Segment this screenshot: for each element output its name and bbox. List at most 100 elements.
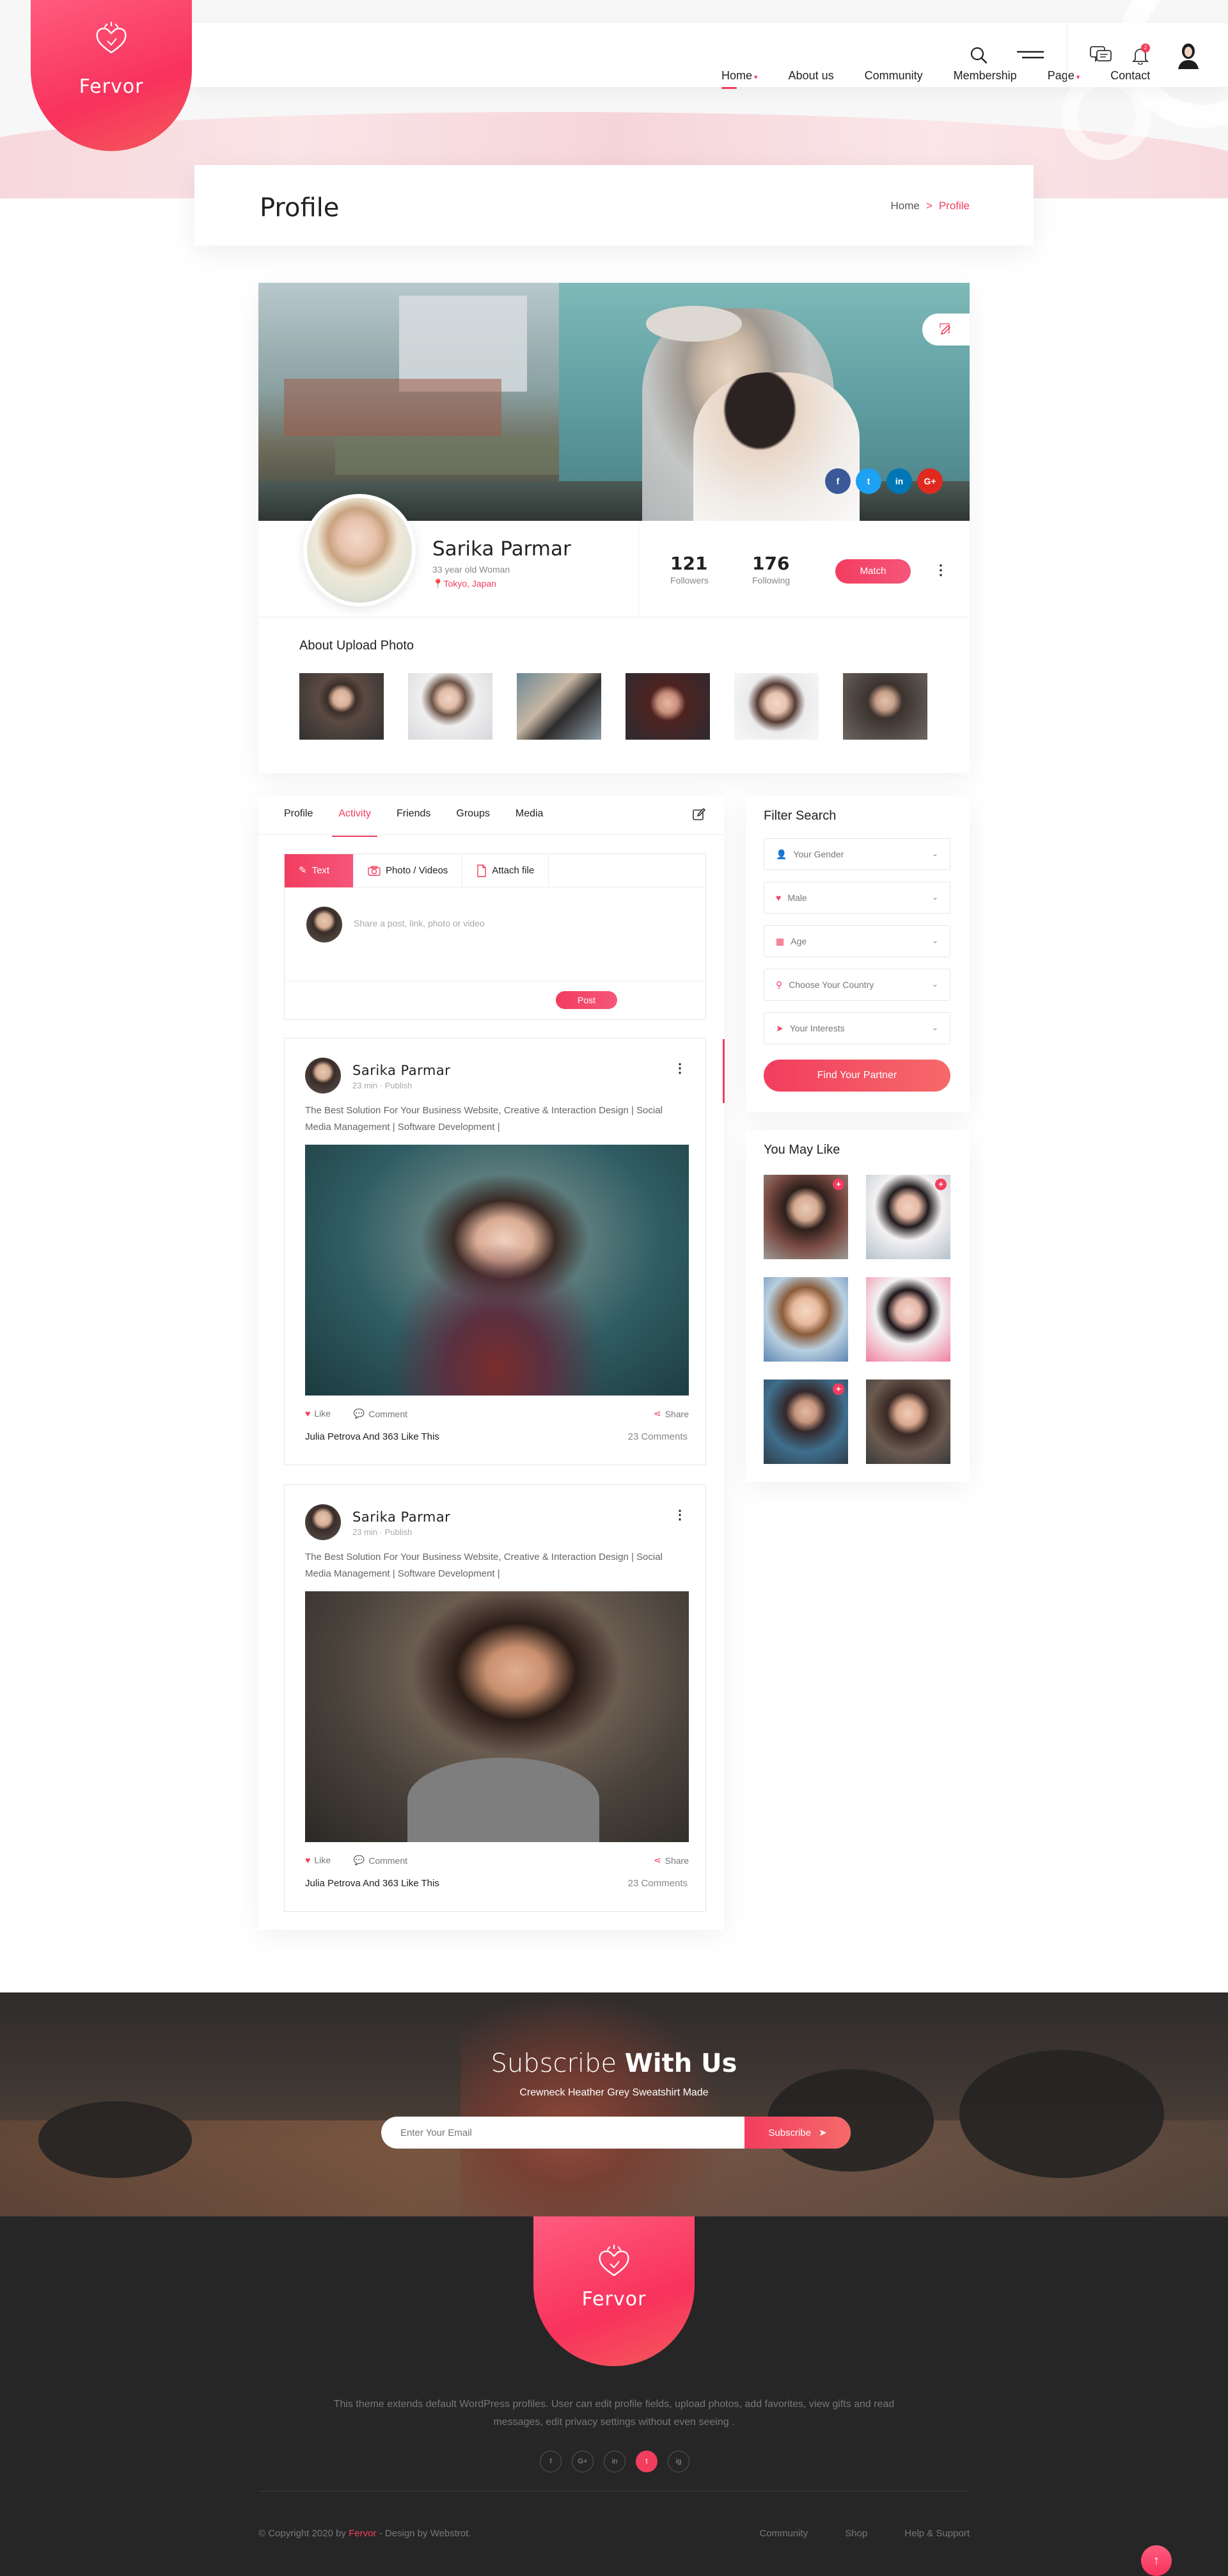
uploaded-photo[interactable] [299,673,384,740]
uploaded-photo[interactable] [626,673,710,740]
post-comments-count[interactable]: 23 Comments [628,1878,688,1889]
copyright-brand-link[interactable]: Fervor [349,2528,376,2539]
search-icon[interactable] [967,44,990,67]
uploaded-photo[interactable] [408,673,492,740]
user-avatar[interactable] [1174,41,1202,69]
add-icon[interactable]: + [935,1179,947,1190]
add-icon[interactable]: + [833,1383,844,1395]
file-icon [477,864,486,877]
twitter-icon[interactable]: t [636,2451,657,2472]
post-likes[interactable]: Julia Petrova And 363 Like This [305,1878,439,1889]
footer-link-help[interactable]: Help & Support [904,2528,970,2539]
post-author-avatar[interactable] [305,1058,341,1093]
find-partner-button[interactable]: Find Your Partner [764,1060,950,1092]
composer-tab-photo[interactable]: Photo / Videos [354,854,463,887]
facebook-icon[interactable]: f [825,468,851,494]
facebook-icon[interactable]: f [540,2451,562,2472]
subscribe-button[interactable]: Subscribe ➤ [744,2117,851,2149]
match-button[interactable]: Match [835,559,911,584]
back-to-top-button[interactable]: ↑ [1141,2545,1172,2576]
messages-icon[interactable] [1089,44,1113,67]
nav-item-membership[interactable]: Membership [954,69,1017,84]
following-stat[interactable]: 176 Following [752,553,790,585]
nav-item-home[interactable]: Home ▾ [721,69,758,89]
subscribe-section [0,1992,1228,2216]
google-plus-icon[interactable]: G+ [572,2451,594,2472]
composer-tab-attach[interactable]: Attach file [462,854,549,887]
country-select[interactable]: ⚲ Choose Your Country ⌄ [764,969,950,1001]
nav-item-contact[interactable]: Contact [1110,69,1150,84]
nav-label: Contact [1110,69,1151,82]
suggested-profile[interactable]: + [764,1379,848,1464]
like-button[interactable]: ♥ Like [305,1855,331,1865]
suggested-profile[interactable] [764,1277,848,1362]
chevron-down-icon: ▾ [1076,74,1080,81]
menu-icon[interactable] [1016,46,1045,64]
uploaded-photo[interactable] [843,673,927,740]
nav-item-page[interactable]: Page ▾ [1048,69,1080,84]
age-select[interactable]: ▦ Age ⌄ [764,925,950,957]
post-actions: ♥ Like 💬 Comment ⋖ Share [305,1408,689,1424]
post-author-name[interactable]: Sarika Parmar [352,1509,450,1525]
post-image[interactable] [305,1145,689,1395]
add-icon[interactable]: + [833,1179,844,1190]
footer-link-shop[interactable]: Shop [845,2528,867,2539]
subscribe-subtitle: Crewneck Heather Grey Sweatshirt Made [519,2087,709,2098]
nav-item-community[interactable]: Community [865,69,923,84]
post-comments-count[interactable]: 23 Comments [628,1431,688,1442]
share-icon: ⋖ [653,1408,661,1419]
tab-friends[interactable]: Friends [397,796,430,834]
tab-groups[interactable]: Groups [456,796,489,834]
select-value: Your Gender [793,849,844,859]
subscribe-title-bold: With Us [624,2049,737,2078]
page-title-card: Profile Home > Profile [194,165,1034,246]
post-likes[interactable]: Julia Petrova And 363 Like This [305,1431,439,1442]
suggested-profile[interactable] [866,1277,950,1362]
interests-select[interactable]: ➤ Your Interests ⌄ [764,1012,950,1044]
share-button[interactable]: ⋖ Share [654,1408,689,1419]
more-options-icon[interactable]: ⋮ [934,563,948,577]
uploaded-photo[interactable] [517,673,601,740]
composer-tab-text[interactable]: ✎ Text [285,854,354,887]
footer-link-community[interactable]: Community [759,2528,808,2539]
suggested-profile[interactable]: + [764,1175,848,1259]
suggested-profile[interactable]: + [866,1175,950,1259]
suggested-profile[interactable] [866,1379,950,1464]
post-author-avatar[interactable] [305,1504,341,1540]
instagram-icon[interactable]: ig [668,2451,689,2472]
share-button[interactable]: ⋖ Share [654,1855,689,1866]
like-button[interactable]: ♥ Like [305,1408,331,1419]
share-label: Share [665,1855,689,1866]
post-status: Publish [384,1081,413,1090]
tab-activity[interactable]: Activity [332,796,377,837]
post-card: Sarika Parmar 23 min · Publish ⋮ The Bes… [284,1038,706,1465]
gender-select[interactable]: 👤 Your Gender ⌄ [764,838,950,870]
post-image[interactable] [305,1591,689,1842]
google-plus-icon[interactable]: G+ [917,468,943,494]
profile-social-links: f t in G+ [825,468,943,494]
post-author-name[interactable]: Sarika Parmar [352,1063,450,1078]
email-input[interactable] [381,2117,747,2149]
followers-stat[interactable]: 121 Followers [670,553,709,585]
linkedin-icon[interactable]: in [604,2451,626,2472]
seeking-select[interactable]: ♥ Male ⌄ [764,882,950,914]
comment-button[interactable]: 💬 Comment [354,1855,407,1866]
edit-cover-button[interactable] [922,314,970,346]
notifications-icon[interactable]: 2 [1130,44,1151,67]
tab-media[interactable]: Media [516,796,544,834]
breadcrumb-home[interactable]: Home [891,200,920,212]
uploaded-photo[interactable] [734,673,819,740]
tab-profile[interactable]: Profile [284,796,313,834]
composer-input[interactable]: Share a post, link, photo or video [354,918,485,928]
nav-item-about[interactable]: About us [789,69,834,84]
post-more-icon[interactable]: ⋮ [673,1507,686,1523]
scrollbar-thumb[interactable] [723,1039,725,1103]
profile-avatar[interactable] [303,494,416,607]
post-more-icon[interactable]: ⋮ [673,1060,686,1076]
comment-button[interactable]: 💬 Comment [354,1408,407,1419]
post-button[interactable]: Post [556,991,617,1009]
edit-icon[interactable] [692,807,706,825]
twitter-icon[interactable]: t [856,468,881,494]
linkedin-icon[interactable]: in [886,468,912,494]
chevron-down-icon: ⌄ [931,893,938,902]
